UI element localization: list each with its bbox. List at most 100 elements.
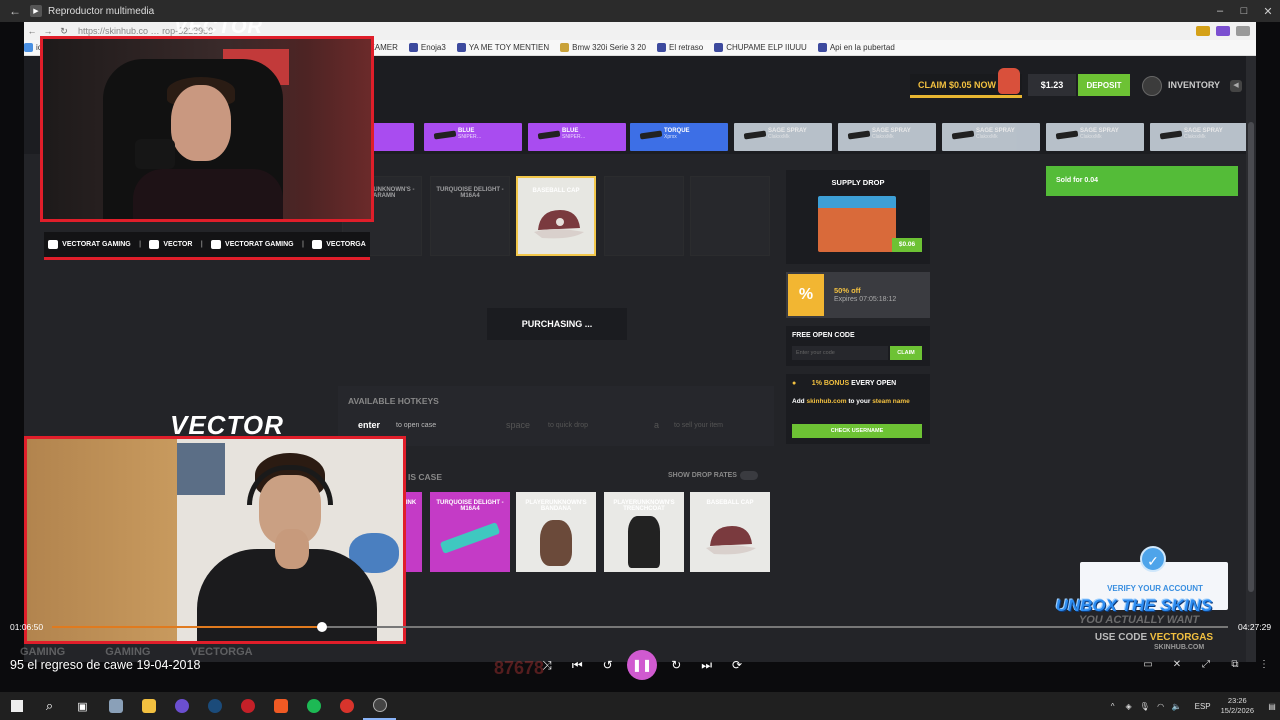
youtube-icon <box>48 240 59 249</box>
case-content-item: TURQUOISE DELIGHT - M16A4 <box>430 492 510 572</box>
bookmark-icon <box>24 43 33 52</box>
case-spinner-item <box>690 176 770 256</box>
live-drop-card: SAGE SPRAY ClakxxMk <box>942 123 1040 151</box>
steam-icon[interactable] <box>198 692 231 720</box>
bookmark-icon <box>456 43 466 52</box>
hotkey-action: to open case <box>396 422 437 429</box>
maximize-icon[interactable]: □ <box>1232 5 1256 17</box>
bonus-instructions: Add skinhub.com to your steam name <box>792 398 910 405</box>
vector-logo-top: VECTOR <box>174 22 263 38</box>
media-title: 95 el regreso de cawe 19-04-2018 <box>10 658 201 672</box>
baseball-cap-image <box>706 526 756 555</box>
live-drop-card: SAGE SPRAY ClakxxMk <box>1150 123 1248 151</box>
case-spinner-item: BASEBALL CAP <box>516 176 596 256</box>
wooden-wardrobe <box>27 439 177 641</box>
opera-icon[interactable] <box>231 692 264 720</box>
repeat-off-icon[interactable]: ⟳ <box>726 654 748 676</box>
more-options-icon[interactable]: ⋮ <box>1256 656 1272 672</box>
weapon-icon <box>951 130 975 140</box>
back-arrow-icon[interactable]: ← <box>0 4 30 18</box>
screen: ← ▶ Reproductor multimedia – □ ✕ ← → ↻ h… <box>0 0 1280 720</box>
weapon-icon <box>433 130 457 140</box>
media-player-taskbar-icon[interactable] <box>363 692 396 720</box>
live-drop-user: ClakxxMk <box>872 134 894 140</box>
bookmark-label: YA ME TOY MENTIEN <box>468 43 550 52</box>
case-content-name: PLAYERUNKNOWN'S TRENCHCOAT <box>613 500 675 512</box>
extension-icon <box>1216 26 1230 36</box>
browser-forward-icon: → <box>43 26 53 36</box>
app-icon[interactable] <box>330 692 363 720</box>
case-content-item: PLAYERUNKNOWN'S TRENCHCOAT <box>604 492 684 572</box>
case-content-name: BASEBALL CAP <box>706 500 754 506</box>
bookmark-item: CHUPAME ELP IIUUU <box>714 43 807 52</box>
social-separator: | <box>139 241 142 248</box>
notifications-icon[interactable]: ▤ <box>1264 702 1280 711</box>
live-drop-name: SAGE SPRAY ClakxxMk <box>768 128 828 140</box>
brave-icon[interactable] <box>264 692 297 720</box>
streamer-shirt <box>133 169 283 219</box>
previous-icon[interactable]: ⏮ <box>566 654 588 676</box>
app-icon[interactable] <box>99 692 132 720</box>
start-icon[interactable] <box>0 692 33 720</box>
shuffle-icon[interactable]: ⤨ <box>536 654 558 676</box>
search-icon[interactable]: ⌕ <box>33 692 66 720</box>
video-frame[interactable]: ← → ↻ https://skinhub.co … rop-3223959 i… <box>24 22 1256 662</box>
weapon-icon <box>537 130 561 140</box>
chrome-icon[interactable] <box>165 692 198 720</box>
weapon-icon <box>639 130 663 140</box>
system-tray: ^ ◈ 🎙 ◠ 🔈 ESP 23:26 15/2/2026 ▤ <box>1105 692 1280 720</box>
webcam-overlay-bottom <box>24 436 406 644</box>
seek-bar[interactable]: 01:06:50 04:27:29 <box>0 618 1280 636</box>
file-explorer-icon[interactable] <box>132 692 165 720</box>
tray-chevron-icon[interactable]: ^ <box>1105 702 1121 711</box>
promo-banner-title: UNBOX THE SKINS <box>1055 596 1213 615</box>
next-icon[interactable]: ⏭ <box>696 654 718 676</box>
live-drop-card: TORQUE Xprxx <box>630 123 728 151</box>
forward-30-icon[interactable]: ↻ <box>665 654 687 676</box>
hotkeys-title: AVAILABLE HOTKEYS <box>348 396 439 406</box>
total-time: 04:27:29 <box>1238 622 1272 632</box>
close-icon[interactable]: ✕ <box>1256 5 1280 18</box>
rewind-10-icon[interactable]: ↺ <box>597 654 619 676</box>
sound-icon: ◀ <box>1230 80 1242 92</box>
mini-player-icon[interactable]: ⧉ <box>1227 656 1243 672</box>
seek-handle[interactable] <box>317 622 328 632</box>
hotkey-key: space <box>506 420 531 430</box>
seek-track[interactable] <box>52 622 1228 632</box>
minimize-icon[interactable]: – <box>1208 5 1232 17</box>
volume-muted-icon[interactable]: ✕ <box>1169 656 1185 672</box>
live-drop-user: Xprxx <box>664 134 677 140</box>
scrollbar-thumb <box>1248 122 1254 592</box>
social-label: VECTORAT GAMING <box>225 241 294 248</box>
wifi-icon[interactable]: ◠ <box>1153 702 1169 711</box>
case-content-name: PLAYERUNKNOWN'S BANDANA <box>525 500 587 512</box>
browser-reload-icon: ↻ <box>60 25 68 36</box>
live-drop-name: BLUE SNIPER… <box>458 128 518 140</box>
spotify-icon[interactable] <box>297 692 330 720</box>
supply-crate-image <box>818 196 896 252</box>
fullscreen-icon[interactable]: ⤢ <box>1198 656 1214 672</box>
social-link: VECTORGA <box>312 240 366 249</box>
weapon-icon <box>1159 130 1183 140</box>
player-titlebar: ← ▶ Reproductor multimedia – □ ✕ <box>0 0 1280 22</box>
microphone-icon[interactable]: 🎙 <box>1137 702 1153 711</box>
bonus-panel: ● 1% BONUS EVERY OPEN Add skinhub.com to… <box>786 374 930 444</box>
live-drop-name: TORQUE Xprxx <box>664 128 724 140</box>
language-indicator[interactable]: ESP <box>1195 702 1211 711</box>
player-window-title: Reproductor multimedia <box>48 5 155 17</box>
subtitles-icon[interactable]: ▭ <box>1140 656 1156 672</box>
player-controls: 95 el regreso de cawe 19-04-2018 ⤨ ⏮ ↺ ❚… <box>0 640 1280 690</box>
live-drop-name: BLUE SNIPER… <box>562 128 622 140</box>
promo-expiry: Expires 07:05:18:12 <box>834 296 897 303</box>
network-icon[interactable]: ◈ <box>1121 702 1137 711</box>
clock[interactable]: 23:26 15/2/2026 <box>1221 696 1254 716</box>
browser-back-icon: ← <box>27 26 37 36</box>
task-view-icon[interactable]: ▣ <box>66 692 99 720</box>
current-time: 01:06:50 <box>10 622 44 632</box>
live-drop-name: SAGE SPRAY ClakxxMk <box>1184 128 1244 140</box>
check-username-button: CHECK USERNAME <box>792 424 922 438</box>
microphone <box>135 139 175 169</box>
live-drop-user: ClakxxMk <box>768 134 790 140</box>
volume-icon[interactable]: 🔈 <box>1169 702 1185 711</box>
pause-button[interactable]: ❚❚ <box>626 650 657 680</box>
